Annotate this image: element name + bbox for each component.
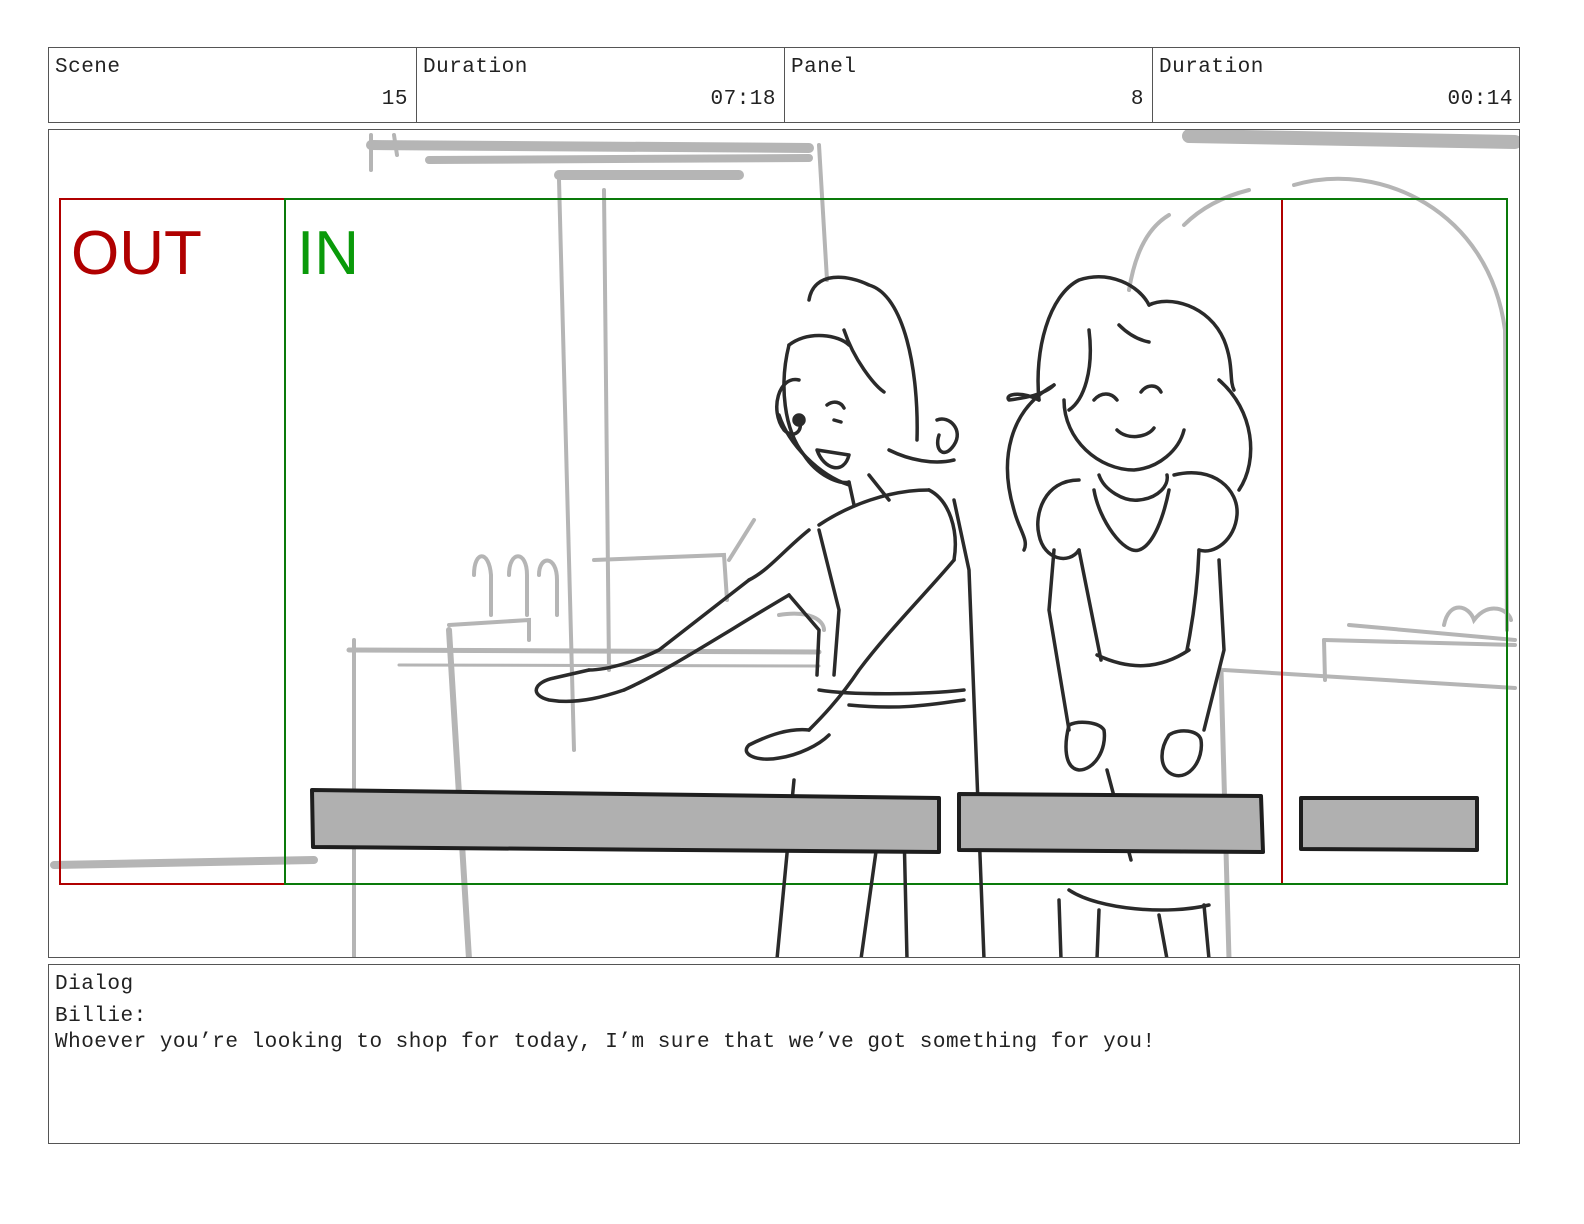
character-right — [1005, 275, 1253, 957]
scene-label: Scene — [55, 56, 121, 79]
scene-duration-value: 07:18 — [710, 88, 776, 111]
character-left — [534, 275, 986, 957]
scene-duration-label: Duration — [423, 56, 528, 79]
panel-duration-label: Duration — [1159, 56, 1264, 79]
panel-sketch: OUT IN — [50, 130, 1519, 957]
foreground-counter — [310, 788, 1479, 854]
dialog-line: Whoever you’re looking to shop for today… — [55, 1031, 1156, 1054]
panel-value: 8 — [1130, 88, 1144, 111]
panel-duration-value: 00:14 — [1447, 88, 1513, 111]
dialog-speaker: Billie: — [55, 1005, 147, 1028]
out-frame — [59, 198, 1283, 885]
panel-cell: Panel 8 — [785, 48, 1153, 122]
scene-value: 15 — [381, 88, 408, 111]
panel-info-header: Scene 15 Duration 07:18 Panel 8 Duration… — [48, 47, 1520, 123]
dialog-box: Dialog Billie: Whoever you’re looking to… — [48, 964, 1520, 1144]
out-label: OUT — [71, 219, 202, 288]
storyboard-panel: OUT IN — [48, 129, 1520, 958]
in-label: IN — [297, 219, 359, 288]
scene-duration-cell: Duration 07:18 — [417, 48, 785, 122]
panel-label: Panel — [791, 56, 857, 79]
panel-duration-cell: Duration 00:14 — [1153, 48, 1521, 122]
in-frame — [284, 198, 1508, 885]
dialog-label: Dialog — [55, 973, 134, 996]
scene-cell: Scene 15 — [49, 48, 417, 122]
